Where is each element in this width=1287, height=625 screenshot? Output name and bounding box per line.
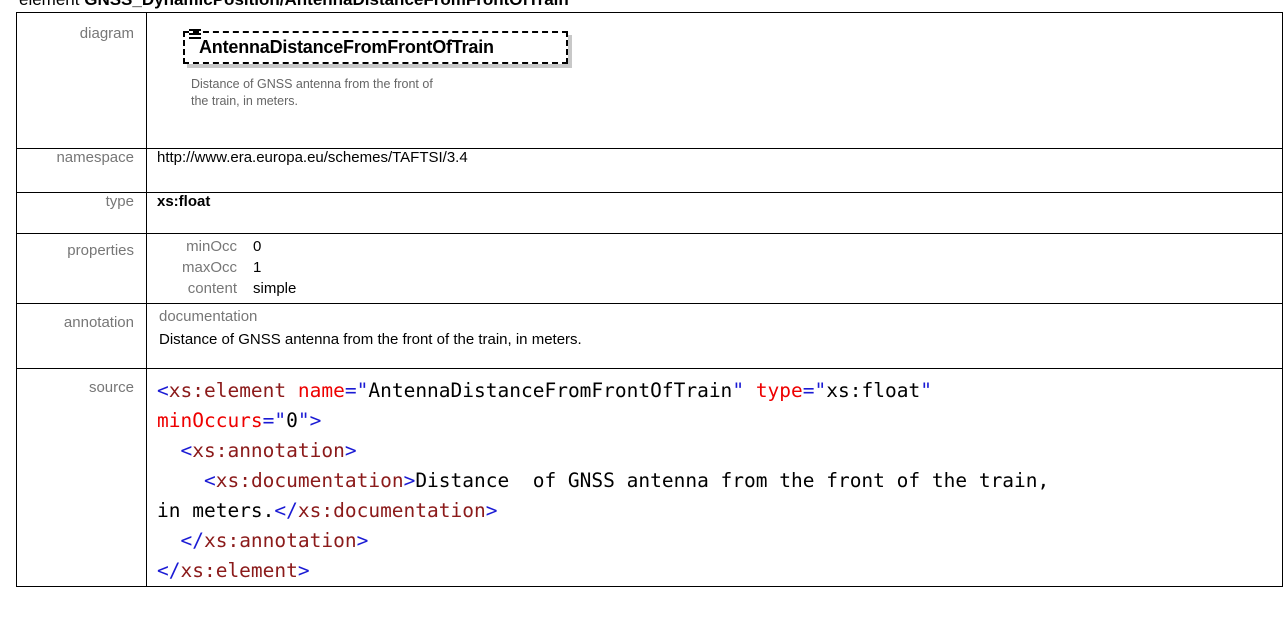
row-annotation: annotation documentation Distance of GNS… (16, 303, 1283, 369)
src-attr-name-value: AntennaDistanceFromFrontOfTrain (368, 379, 733, 402)
element-name: AntennaDistanceFromFrontOfTrain (199, 37, 494, 57)
label-properties: properties (16, 233, 147, 304)
label-type: type (16, 192, 147, 234)
src-attr-minoccurs-value: 0 (286, 409, 298, 432)
diagram-cell: AntennaDistanceFromFrontOfTrain Distance… (146, 12, 1283, 149)
annotation-key: documentation (159, 308, 258, 325)
property-key: content (187, 280, 237, 297)
row-namespace: namespace http://www.era.europa.eu/schem… (16, 148, 1283, 193)
element-doc-table: diagram AntennaDistanceFromFrontOfTrain … (16, 12, 1283, 587)
element-documentation: Distance of GNSS antenna from the front … (191, 77, 433, 108)
src-attr-type-value: xs:float (826, 379, 921, 402)
src-element-close: xs:element (180, 559, 298, 582)
src-attr-minoccurs: minOccurs (157, 409, 263, 432)
property-key: minOcc (186, 238, 237, 255)
src-doc-text: Distance of GNSS antenna from the front … (415, 469, 1050, 492)
row-diagram: diagram AntennaDistanceFromFrontOfTrain … (16, 12, 1283, 149)
property-row: maxOcc 1 (157, 259, 1282, 280)
row-type: type xs:float (16, 192, 1283, 234)
annotation-cell: documentation Distance of GNSS antenna f… (146, 303, 1283, 369)
property-value: 0 (253, 238, 262, 255)
type-value[interactable]: xs:float (146, 192, 1283, 234)
row-source: source <xs:element name="AntennaDistance… (16, 368, 1283, 587)
label-annotation: annotation (16, 303, 147, 369)
src-documentation-open: xs:documentation (215, 469, 404, 492)
page-title: element GNSS_DynamicPosition/AntennaDist… (19, 0, 569, 12)
src-doc-text-cont: in meters. (157, 499, 275, 522)
heading-path: GNSS_DynamicPosition/AntennaDistanceFrom… (84, 0, 569, 9)
src-documentation-close: xs:documentation (297, 499, 486, 522)
property-key: maxOcc (181, 259, 237, 276)
properties-cell: minOcc 0 maxOcc 1 content simple (146, 233, 1283, 304)
label-source: source (16, 368, 147, 587)
src-element-open: xs:element (168, 379, 287, 402)
property-value: 1 (253, 259, 262, 276)
property-row: content simple (157, 280, 1282, 301)
src-attr-type: type (755, 379, 803, 402)
property-value: simple (253, 280, 297, 297)
src-attr-name: name (297, 379, 345, 402)
source-cell: <xs:element name="AntennaDistanceFromFro… (146, 368, 1283, 587)
annotation-value: Distance of GNSS antenna from the front … (159, 331, 582, 348)
row-properties: properties minOcc 0 maxOcc 1 content simple (16, 233, 1283, 304)
label-namespace: namespace (16, 148, 147, 193)
label-diagram: diagram (16, 12, 147, 149)
namespace-value: http://www.era.europa.eu/schemes/TAFTSI/… (146, 148, 1283, 193)
source-code: <xs:element name="AntennaDistanceFromFro… (157, 379, 1050, 582)
src-annotation-close: xs:annotation (203, 529, 357, 552)
heading-prefix: element (19, 0, 79, 9)
element-box[interactable]: AntennaDistanceFromFrontOfTrain (183, 29, 568, 64)
diagram: AntennaDistanceFromFrontOfTrain Distance… (157, 13, 1282, 148)
property-row: minOcc 0 (157, 238, 1282, 259)
src-annotation-open: xs:annotation (192, 439, 345, 462)
